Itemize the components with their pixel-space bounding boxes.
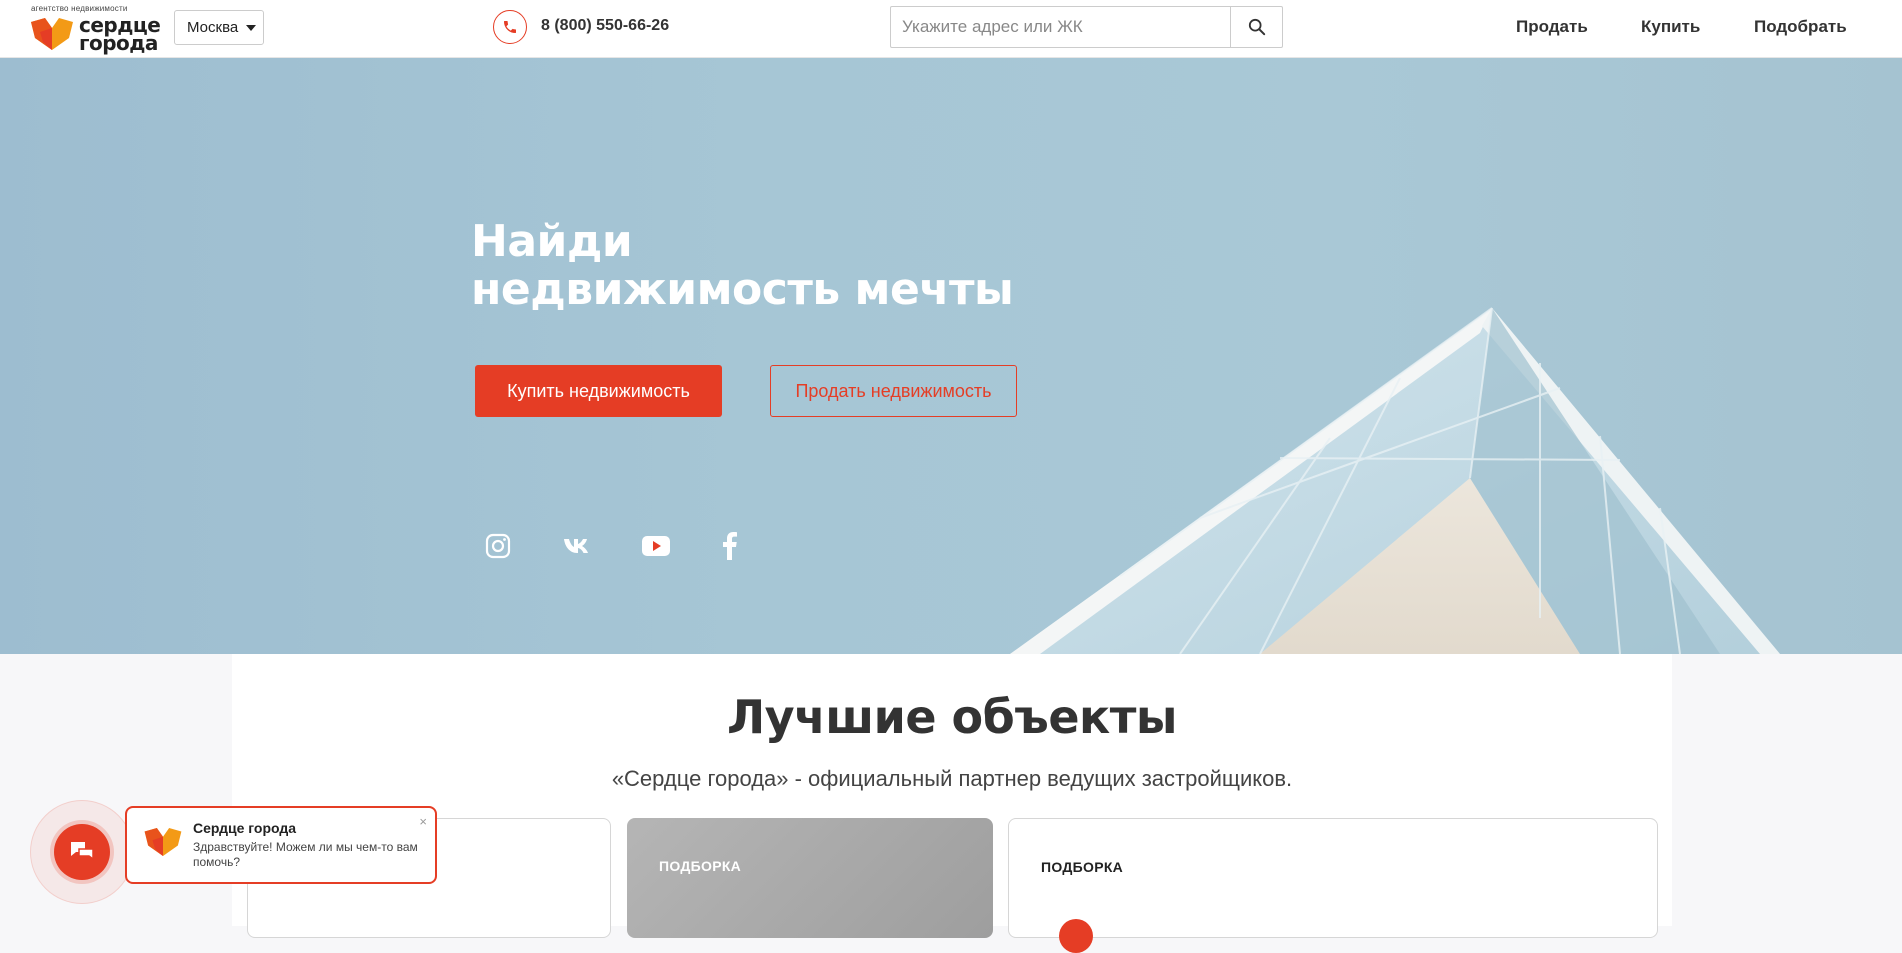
- hero-banner: Найди недвижимость мечты Купить недвижим…: [0, 58, 1902, 654]
- chat-message: Здравствуйте! Можем ли мы чем-то вам пом…: [193, 840, 418, 869]
- facebook-icon[interactable]: [714, 530, 746, 562]
- logo-text: сердце города: [79, 15, 161, 55]
- site-header: агентство недвижимости сердце города Мос…: [0, 0, 1902, 58]
- city-select[interactable]: Москва: [174, 10, 264, 45]
- best-objects-section: Лучшие объекты «Сердце города» - официал…: [232, 654, 1672, 953]
- nav-buy[interactable]: Купить: [1641, 17, 1700, 37]
- section-title: Лучшие объекты: [726, 690, 1178, 744]
- close-icon[interactable]: ×: [419, 814, 427, 829]
- nav-sell[interactable]: Продать: [1516, 17, 1588, 37]
- chat-icon: [71, 842, 94, 861]
- search-box: [890, 6, 1283, 48]
- section-subtitle: «Сердце города» - официальный партнер ве…: [611, 766, 1293, 791]
- property-card[interactable]: ПОДБОРКА: [627, 818, 993, 938]
- card-badge-icon: [1059, 919, 1093, 953]
- sell-property-button[interactable]: Продать недвижимость: [770, 365, 1017, 417]
- chat-sender: Сердце города: [193, 820, 297, 836]
- hero-title: Найди недвижимость мечты: [471, 216, 1014, 315]
- phone-icon[interactable]: [493, 10, 527, 44]
- search-button[interactable]: [1230, 7, 1282, 47]
- property-card[interactable]: ПОДБОРКА: [1008, 818, 1658, 953]
- caret-down-icon: [246, 24, 257, 31]
- logo[interactable]: агентство недвижимости сердце города: [31, 4, 161, 55]
- youtube-icon[interactable]: [640, 530, 672, 562]
- chat-popup[interactable]: Сердце города Здравствуйте! Можем ли мы …: [125, 806, 437, 884]
- city-label: Москва: [187, 19, 239, 36]
- heart-logo-icon: [144, 828, 182, 856]
- search-input[interactable]: [891, 7, 1231, 47]
- building-image: [1010, 307, 1780, 654]
- buy-property-button[interactable]: Купить недвижимость: [475, 365, 722, 417]
- hero-title-line-1: Найди: [471, 216, 633, 267]
- instagram-icon[interactable]: [482, 530, 514, 562]
- heart-logo-icon: [31, 18, 73, 50]
- phone-link[interactable]: 8 (800) 550-66-26: [541, 17, 669, 35]
- card-label: ПОДБОРКА: [1041, 859, 1124, 875]
- logo-tagline: агентство недвижимости: [31, 4, 128, 13]
- vk-icon[interactable]: [561, 530, 593, 562]
- nav-select[interactable]: Подобрать: [1754, 17, 1847, 37]
- logo-line-2: города: [79, 31, 158, 55]
- hero-title-line-2: недвижимость мечты: [471, 264, 1014, 315]
- search-icon: [1248, 18, 1265, 36]
- chat-button[interactable]: [54, 824, 110, 880]
- card-label: ПОДБОРКА: [659, 858, 742, 874]
